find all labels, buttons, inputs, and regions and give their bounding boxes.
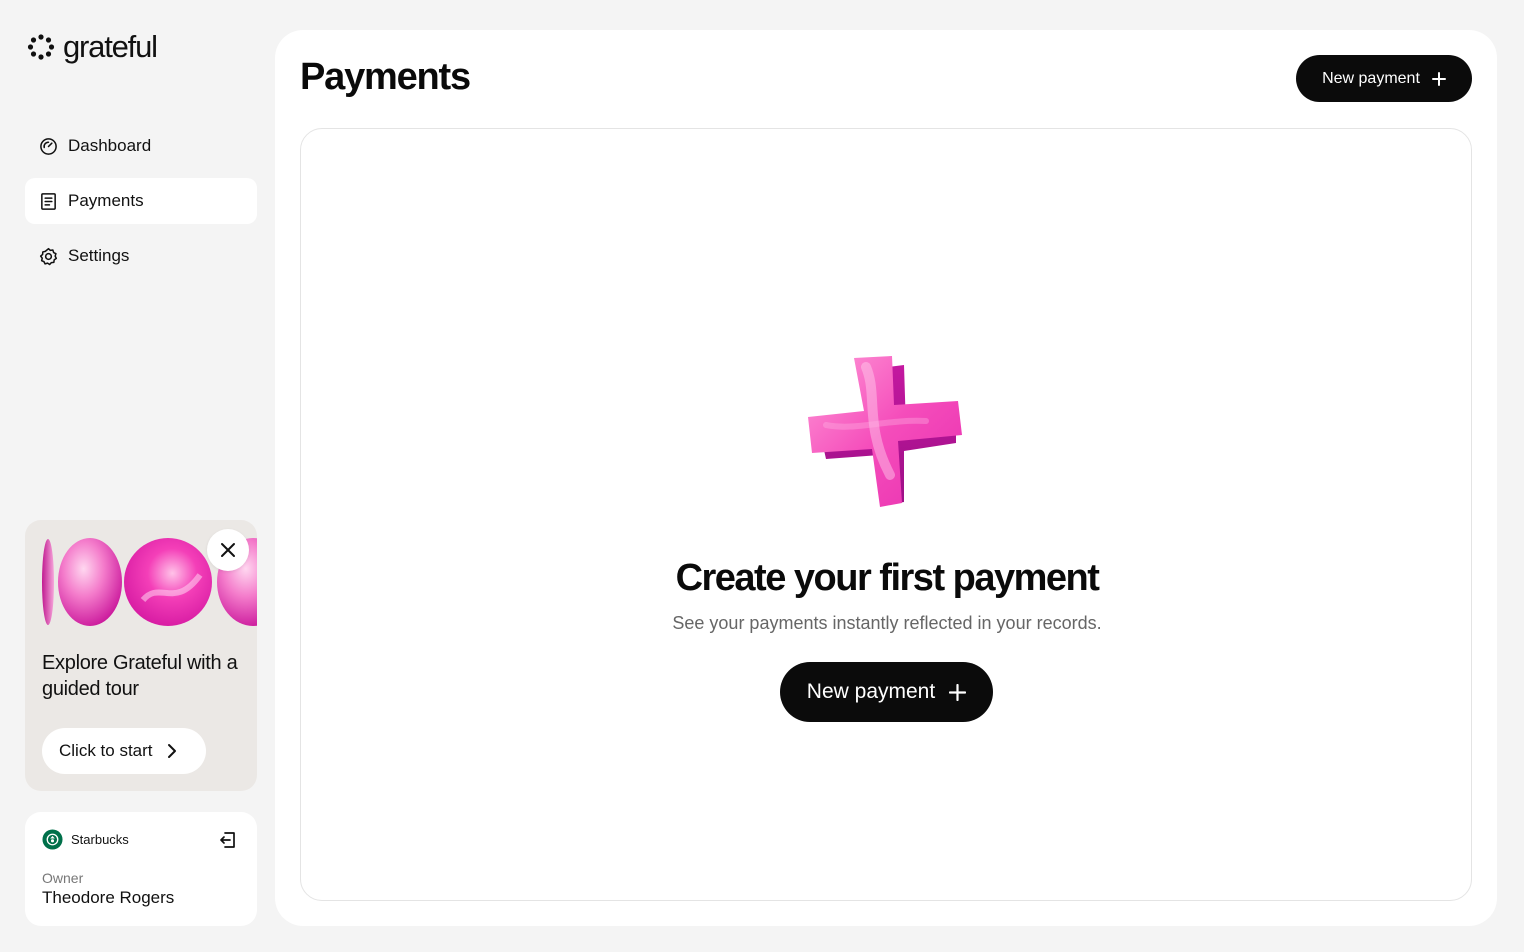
- sidebar-item-payments[interactable]: Payments: [25, 178, 257, 224]
- account-role: Owner: [42, 870, 84, 886]
- empty-state-new-payment-button[interactable]: New payment: [780, 662, 993, 722]
- logout-icon: [220, 832, 235, 848]
- company-name: Starbucks: [71, 832, 129, 847]
- gear-icon: [39, 247, 58, 265]
- starbucks-logo-icon: [42, 829, 63, 850]
- sidebar-item-label: Payments: [68, 191, 144, 210]
- empty-state-title: Create your first payment: [675, 557, 1100, 599]
- empty-state-new-payment-label: New payment: [806, 680, 936, 703]
- account-card: Starbucks Owner Theodore Rogers: [25, 812, 257, 926]
- new-payment-label: New payment: [1322, 69, 1420, 87]
- sidebar: grateful Dashboard Payments Settings Exp…: [0, 0, 275, 952]
- plus-icon: [949, 683, 967, 701]
- tour-close-button[interactable]: [207, 529, 249, 571]
- sidebar-nav: Dashboard Payments Settings: [25, 123, 257, 288]
- tour-title: Explore Grateful with a guided tour: [42, 652, 238, 700]
- plus-icon: [1431, 71, 1446, 86]
- sparkle-burst-logo-icon: [27, 34, 55, 60]
- brand-logo[interactable]: grateful: [25, 28, 158, 66]
- page-title: Payments: [300, 56, 471, 98]
- tour-start-button[interactable]: Click to start: [42, 728, 206, 774]
- new-payment-button[interactable]: New payment: [1296, 55, 1472, 102]
- empty-state-subtitle: See your payments instantly reflected in…: [672, 613, 1102, 633]
- account-name: Theodore Rogers: [42, 888, 175, 907]
- gauge-icon: [40, 137, 57, 155]
- receipt-icon: [41, 192, 56, 210]
- sidebar-item-dashboard[interactable]: Dashboard: [25, 123, 257, 169]
- tour-start-label: Click to start: [59, 741, 153, 760]
- main-content: Payments New payment Create your first p…: [275, 30, 1497, 926]
- close-icon: [221, 543, 235, 557]
- sidebar-item-settings[interactable]: Settings: [25, 233, 257, 279]
- logout-button[interactable]: [218, 830, 238, 850]
- pink-3d-plus-icon: [808, 356, 962, 507]
- empty-state-panel: Create your first payment See your payme…: [300, 128, 1472, 901]
- chevron-right-icon: [167, 744, 176, 758]
- sidebar-item-label: Settings: [68, 246, 130, 265]
- brand-name: grateful: [63, 29, 158, 64]
- guided-tour-card: Explore Grateful with a guided tour Clic…: [25, 520, 257, 791]
- sidebar-item-label: Dashboard: [68, 136, 152, 155]
